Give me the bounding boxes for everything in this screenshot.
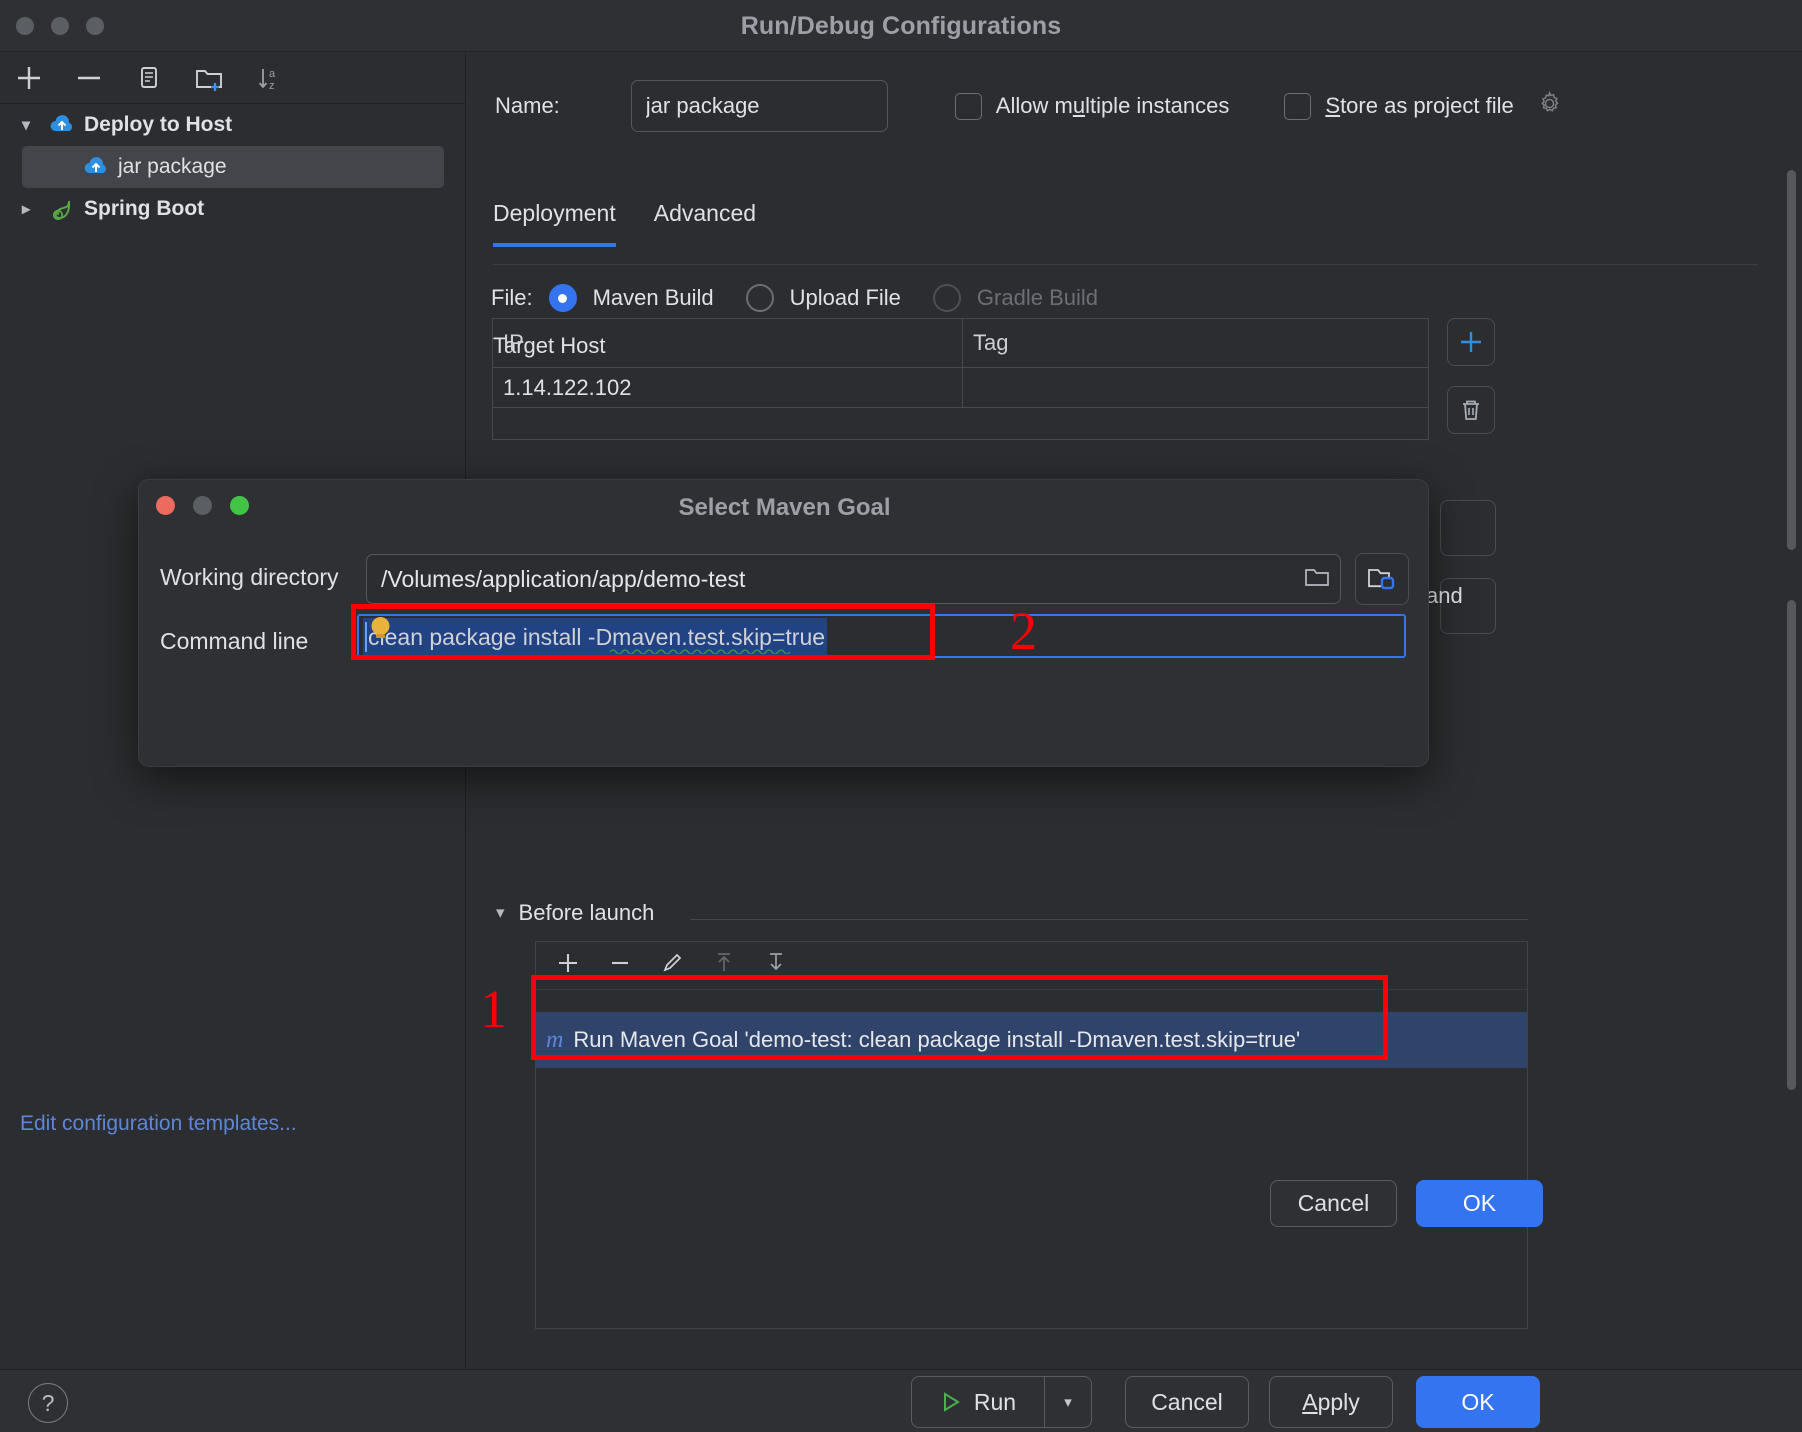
sort-alphabetically-icon[interactable]: a z [250,59,288,97]
file-label: File: [491,285,533,310]
run-debug-configurations-window: Run/Debug Configurations a z ▾ Deploy to… [0,0,1802,1432]
dialog-cancel-button[interactable]: Cancel [1270,1180,1397,1227]
obscured-label-command: and [1426,583,1463,608]
dialog-title: Select Maven Goal [678,494,891,521]
allow-multiple-instances-label: Allow multiple instances [995,93,1230,118]
name-label: Name: [495,93,560,118]
run-button-content[interactable]: Run [912,1389,1044,1416]
window-titlebar: Run/Debug Configurations [0,0,1802,52]
add-target-host-button[interactable] [1447,318,1495,366]
tree-item-label: jar package [118,155,227,178]
working-directory-label: Working directory [160,564,339,590]
copy-configuration-button[interactable] [130,59,168,97]
file-source-row: File: Maven Build Upload File Gradle Bui… [491,284,1098,312]
cell-tag[interactable] [963,368,1428,407]
before-launch-title: Before launch [518,900,655,925]
tabs-underline [493,264,1758,265]
tree-group-label: Spring Boot [84,197,205,220]
gear-icon[interactable] [1536,90,1563,122]
tree-item-jar-package[interactable]: jar package [22,146,444,188]
radio-gradle-build-label: Gradle Build [976,285,1098,310]
tree-group-label: Deploy to Host [84,113,233,136]
store-as-project-file-label: Store as project file [1325,93,1514,118]
annotation-number-1: 1 [480,979,507,1039]
working-directory-value: /Volumes/application/app/demo-test [381,565,746,592]
radio-upload-file-label[interactable]: Upload File [790,285,901,311]
annotation-box-1 [531,975,1388,1060]
name-row: Name: Allow multiple instances Store as … [495,80,1563,132]
apply-button[interactable]: Apply [1269,1376,1393,1428]
spring-leaf-icon [48,196,78,222]
add-configuration-button[interactable] [10,59,48,97]
window-title: Run/Debug Configurations [740,12,1062,40]
radio-upload-file[interactable] [745,284,774,312]
store-as-project-file-checkbox[interactable]: Store as project file [1284,90,1562,122]
before-launch-divider [690,919,1528,920]
right-panel-scrollbar[interactable] [1787,170,1796,550]
cloud-upload-icon [82,154,112,180]
allow-multiple-instances-checkbox[interactable]: Allow multiple instances [954,92,1230,120]
chevron-down-icon[interactable]: ▾ [1045,1393,1091,1411]
command-line-label: Command line [160,628,309,654]
edit-configuration-templates-link[interactable]: Edit configuration templates... [20,1112,297,1136]
name-input[interactable] [630,80,888,132]
svg-text:a: a [269,68,276,80]
right-panel-scrollbar-lower[interactable] [1787,600,1796,1090]
remove-configuration-button[interactable] [70,59,108,97]
ok-button[interactable]: OK [1416,1376,1540,1428]
radio-maven-build[interactable] [548,284,577,312]
svg-text:z: z [269,80,275,92]
tab-advanced[interactable]: Advanced [654,200,756,247]
configurations-tree: ▾ Deploy to Host jar package ▸ Spring Bo… [0,104,466,230]
checkbox-box[interactable] [1284,92,1312,120]
annotation-box-2 [351,604,935,660]
cell-ip[interactable]: 1.14.122.102 [493,368,963,407]
annotation-number-2: 2 [1010,601,1037,661]
target-host-table: IP Tag 1.14.122.102 [492,318,1429,440]
run-button-label: Run [973,1388,1017,1415]
radio-maven-build-label[interactable]: Maven Build [593,285,714,311]
column-header-tag: Tag [973,330,1009,355]
working-directory-field[interactable]: /Volumes/application/app/demo-test [366,554,1341,604]
delete-target-host-button[interactable] [1447,386,1495,434]
obscured-button-upper[interactable] [1440,500,1496,556]
chevron-down-icon[interactable]: ▾ [22,115,48,135]
folder-icon[interactable] [1302,563,1332,595]
play-icon [943,1392,960,1412]
chevron-down-icon[interactable]: ▾ [496,903,505,923]
new-folder-button[interactable] [190,59,228,97]
checkbox-box[interactable] [954,92,982,120]
browse-module-button[interactable] [1355,553,1409,605]
sidebar-toolbar: a z [0,52,466,104]
dialog-ok-button[interactable]: OK [1416,1180,1543,1227]
target-host-side-buttons [1447,318,1495,434]
chevron-right-icon[interactable]: ▸ [22,199,48,219]
run-button[interactable]: Run ▾ [911,1376,1092,1428]
radio-gradle-build [932,284,961,312]
table-header-row: IP Tag [493,319,1428,368]
editor-tabs: Deployment Advanced [493,200,756,247]
before-launch-header[interactable]: ▾ Before launch [496,900,654,926]
cloud-upload-icon [48,112,78,138]
help-button[interactable]: ? [28,1383,68,1423]
cancel-button[interactable]: Cancel [1125,1376,1249,1428]
dialog-footer: ? Run ▾ Cancel Apply OK [0,1369,1802,1432]
tab-deployment[interactable]: Deployment [493,200,616,247]
table-row[interactable]: 1.14.122.102 [493,368,1428,408]
tree-group-spring-boot[interactable]: ▸ Spring Boot [0,188,466,230]
tree-group-deploy-to-host[interactable]: ▾ Deploy to Host [0,104,466,146]
column-header-ip: IP [493,319,963,367]
